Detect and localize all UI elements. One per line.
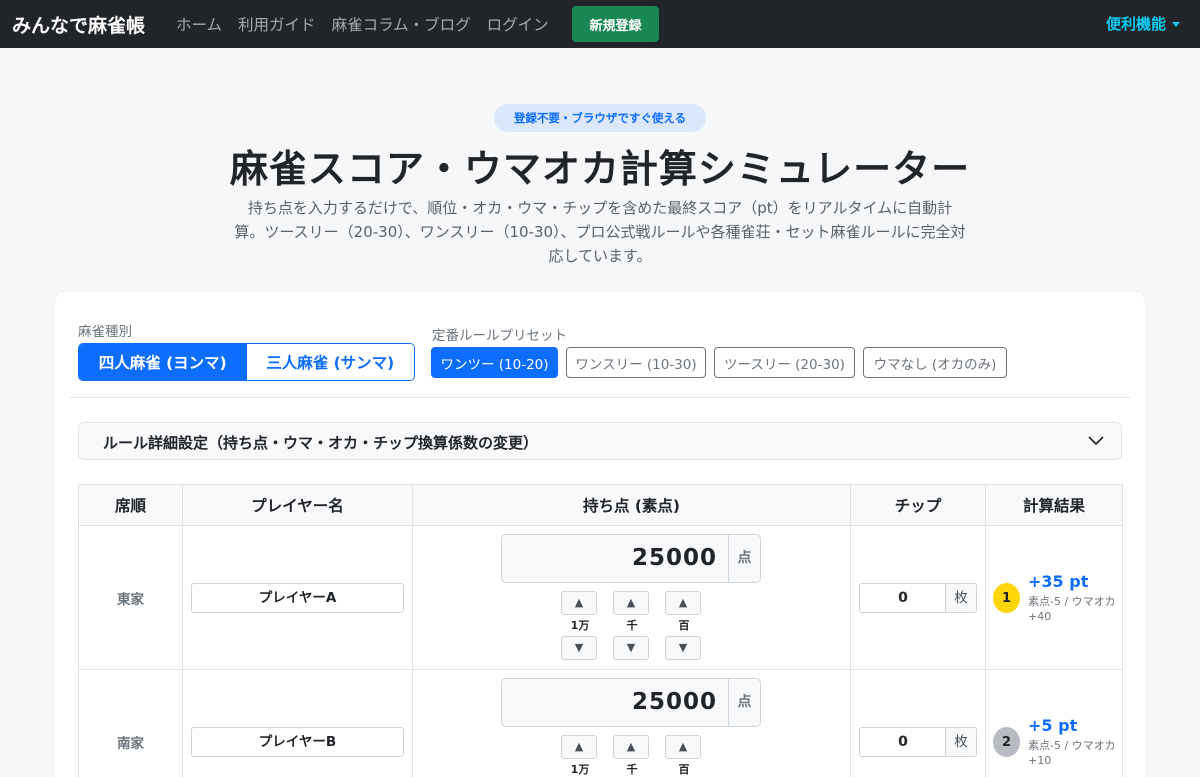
mode-toggle: 四人麻雀 (ヨンマ) 三人麻雀 (サンマ)	[78, 343, 415, 381]
chip-input-group: 0 枚	[859, 727, 977, 757]
score-cell: 25000 点 ▲ 1万 ▼ ▲ 千 ▼ ▲ 百	[412, 669, 851, 777]
calculator-card: 麻雀種別 四人麻雀 (ヨンマ) 三人麻雀 (サンマ) 定番ルールプリセット ワン…	[54, 292, 1146, 777]
nav-link-home[interactable]: ホーム	[176, 13, 222, 35]
seat-cell: 東家	[78, 525, 183, 670]
chip-input[interactable]: 0	[860, 728, 946, 756]
signup-button[interactable]: 新規登録	[572, 6, 659, 42]
header-seat: 席順	[78, 484, 183, 526]
accordion-title: ルール詳細設定（持ち点・ウマ・オカ・チップ換算係数の変更）	[103, 434, 539, 452]
player-name-cell: プレイヤーA	[182, 525, 413, 670]
mode-four-player-button[interactable]: 四人麻雀 (ヨンマ)	[79, 344, 247, 380]
score-cell: 25000 点 ▲ 1万 ▼ ▲ 千 ▼ ▲ 百	[412, 525, 851, 670]
stepper-10000: ▲ 1万 ▼	[561, 735, 599, 777]
preset-10-30-button[interactable]: ワンスリー (10-30)	[566, 347, 706, 378]
increment-100-button[interactable]: ▲	[665, 735, 701, 759]
step-label: 1万	[570, 763, 590, 776]
preset-10-20-button[interactable]: ワンツー (10-20)	[431, 347, 558, 378]
step-label: 千	[626, 763, 638, 776]
score-input[interactable]: 25000	[502, 679, 729, 726]
result-detail: 素点-5 / ウマオカ+10	[1028, 739, 1116, 767]
chip-cell: 0 枚	[850, 669, 986, 777]
increment-10000-button[interactable]: ▲	[561, 735, 597, 759]
chevron-down-icon	[1088, 436, 1104, 446]
tools-dropdown-label: 便利機能	[1105, 15, 1166, 33]
seat-cell: 南家	[78, 669, 183, 777]
header-chips: チップ	[850, 484, 986, 526]
navbar: みんなで麻雀帳 ホーム 利用ガイド 麻雀コラム・ブログ ログイン 新規登録 便利…	[0, 0, 1200, 48]
step-label: 百	[678, 619, 690, 632]
caret-down-icon	[1172, 22, 1180, 27]
chip-cell: 0 枚	[850, 525, 986, 670]
table-header-row: 席順 プレイヤー名 持ち点 (素点) チップ 計算結果	[78, 484, 1123, 526]
increment-1000-button[interactable]: ▲	[613, 735, 649, 759]
step-label: 1万	[570, 619, 590, 632]
nav-link-blog[interactable]: 麻雀コラム・ブログ	[332, 13, 471, 35]
score-unit: 点	[728, 679, 760, 726]
step-label: 百	[678, 763, 690, 776]
hero-badge: 登録不要・ブラウザですぐ使える	[494, 104, 706, 132]
chip-input-group: 0 枚	[859, 583, 977, 613]
rank-badge: 2	[993, 727, 1020, 757]
stepper-1000: ▲ 千 ▼	[613, 735, 651, 777]
nav-link-login[interactable]: ログイン	[487, 13, 549, 35]
mode-label: 麻雀種別	[78, 324, 132, 340]
rank-badge: 1	[993, 583, 1020, 613]
preset-20-30-button[interactable]: ツースリー (20-30)	[714, 347, 855, 378]
stepper-1000: ▲ 千 ▼	[613, 591, 651, 660]
preset-label: 定番ルールプリセット	[432, 328, 567, 344]
score-input-group: 25000 点	[501, 534, 761, 583]
result-detail: 素点-5 / ウマオカ+40	[1028, 595, 1116, 623]
page-title: 麻雀スコア・ウマオカ計算シミュレーター	[229, 147, 971, 191]
score-input[interactable]: 25000	[502, 535, 729, 582]
step-label: 千	[626, 619, 638, 632]
result-points: +35 pt	[1028, 572, 1089, 591]
increment-1000-button[interactable]: ▲	[613, 591, 649, 615]
header-player-name: プレイヤー名	[182, 484, 413, 526]
chip-unit: 枚	[945, 584, 976, 612]
decrement-1000-button[interactable]: ▼	[613, 636, 649, 660]
stepper-100: ▲ 百 ▼	[665, 735, 703, 777]
nav-links: ホーム 利用ガイド 麻雀コラム・ブログ ログイン	[176, 0, 549, 48]
increment-10000-button[interactable]: ▲	[561, 591, 597, 615]
preset-no-uma-button[interactable]: ウマなし (オカのみ)	[863, 347, 1007, 378]
score-table: 席順 プレイヤー名 持ち点 (素点) チップ 計算結果 東家 プレイヤーA 25…	[78, 484, 1123, 777]
result-points: +5 pt	[1028, 716, 1078, 735]
result-cell: 1 +35 pt 素点-5 / ウマオカ+40	[985, 525, 1123, 670]
decrement-100-button[interactable]: ▼	[665, 636, 701, 660]
rule-settings-accordion[interactable]: ルール詳細設定（持ち点・ウマ・オカ・チップ換算係数の変更）	[78, 422, 1122, 460]
chip-input[interactable]: 0	[860, 584, 946, 612]
decrement-10000-button[interactable]: ▼	[561, 636, 597, 660]
result-cell: 2 +5 pt 素点-5 / ウマオカ+10	[985, 669, 1123, 777]
table-row: 南家 プレイヤーB 25000 点 ▲ 1万 ▼ ▲	[78, 669, 1123, 777]
header-result: 計算結果	[985, 484, 1123, 526]
player-name-cell: プレイヤーB	[182, 669, 413, 777]
score-unit: 点	[728, 535, 760, 582]
tools-dropdown[interactable]: 便利機能	[1106, 13, 1180, 34]
table-row: 東家 プレイヤーA 25000 点 ▲ 1万 ▼ ▲ 千 ▼ ▲ 百 ▼ 0 枚…	[78, 525, 1123, 670]
player-name-input[interactable]: プレイヤーB	[191, 727, 404, 757]
mode-three-player-button[interactable]: 三人麻雀 (サンマ)	[246, 344, 414, 380]
divider	[70, 397, 1130, 398]
brand-logo[interactable]: みんなで麻雀帳	[12, 11, 145, 38]
player-name-input[interactable]: プレイヤーA	[191, 583, 404, 613]
stepper-10000: ▲ 1万 ▼	[561, 591, 599, 660]
stepper-100: ▲ 百 ▼	[665, 591, 703, 660]
chip-unit: 枚	[945, 728, 976, 756]
nav-link-guide[interactable]: 利用ガイド	[238, 13, 316, 35]
score-input-group: 25000 点	[501, 678, 761, 727]
increment-100-button[interactable]: ▲	[665, 591, 701, 615]
header-score: 持ち点 (素点)	[412, 484, 851, 526]
hero-description: 持ち点を入力するだけで、順位・オカ・ウマ・チップを含めた最終スコア（pt）をリア…	[234, 199, 966, 265]
